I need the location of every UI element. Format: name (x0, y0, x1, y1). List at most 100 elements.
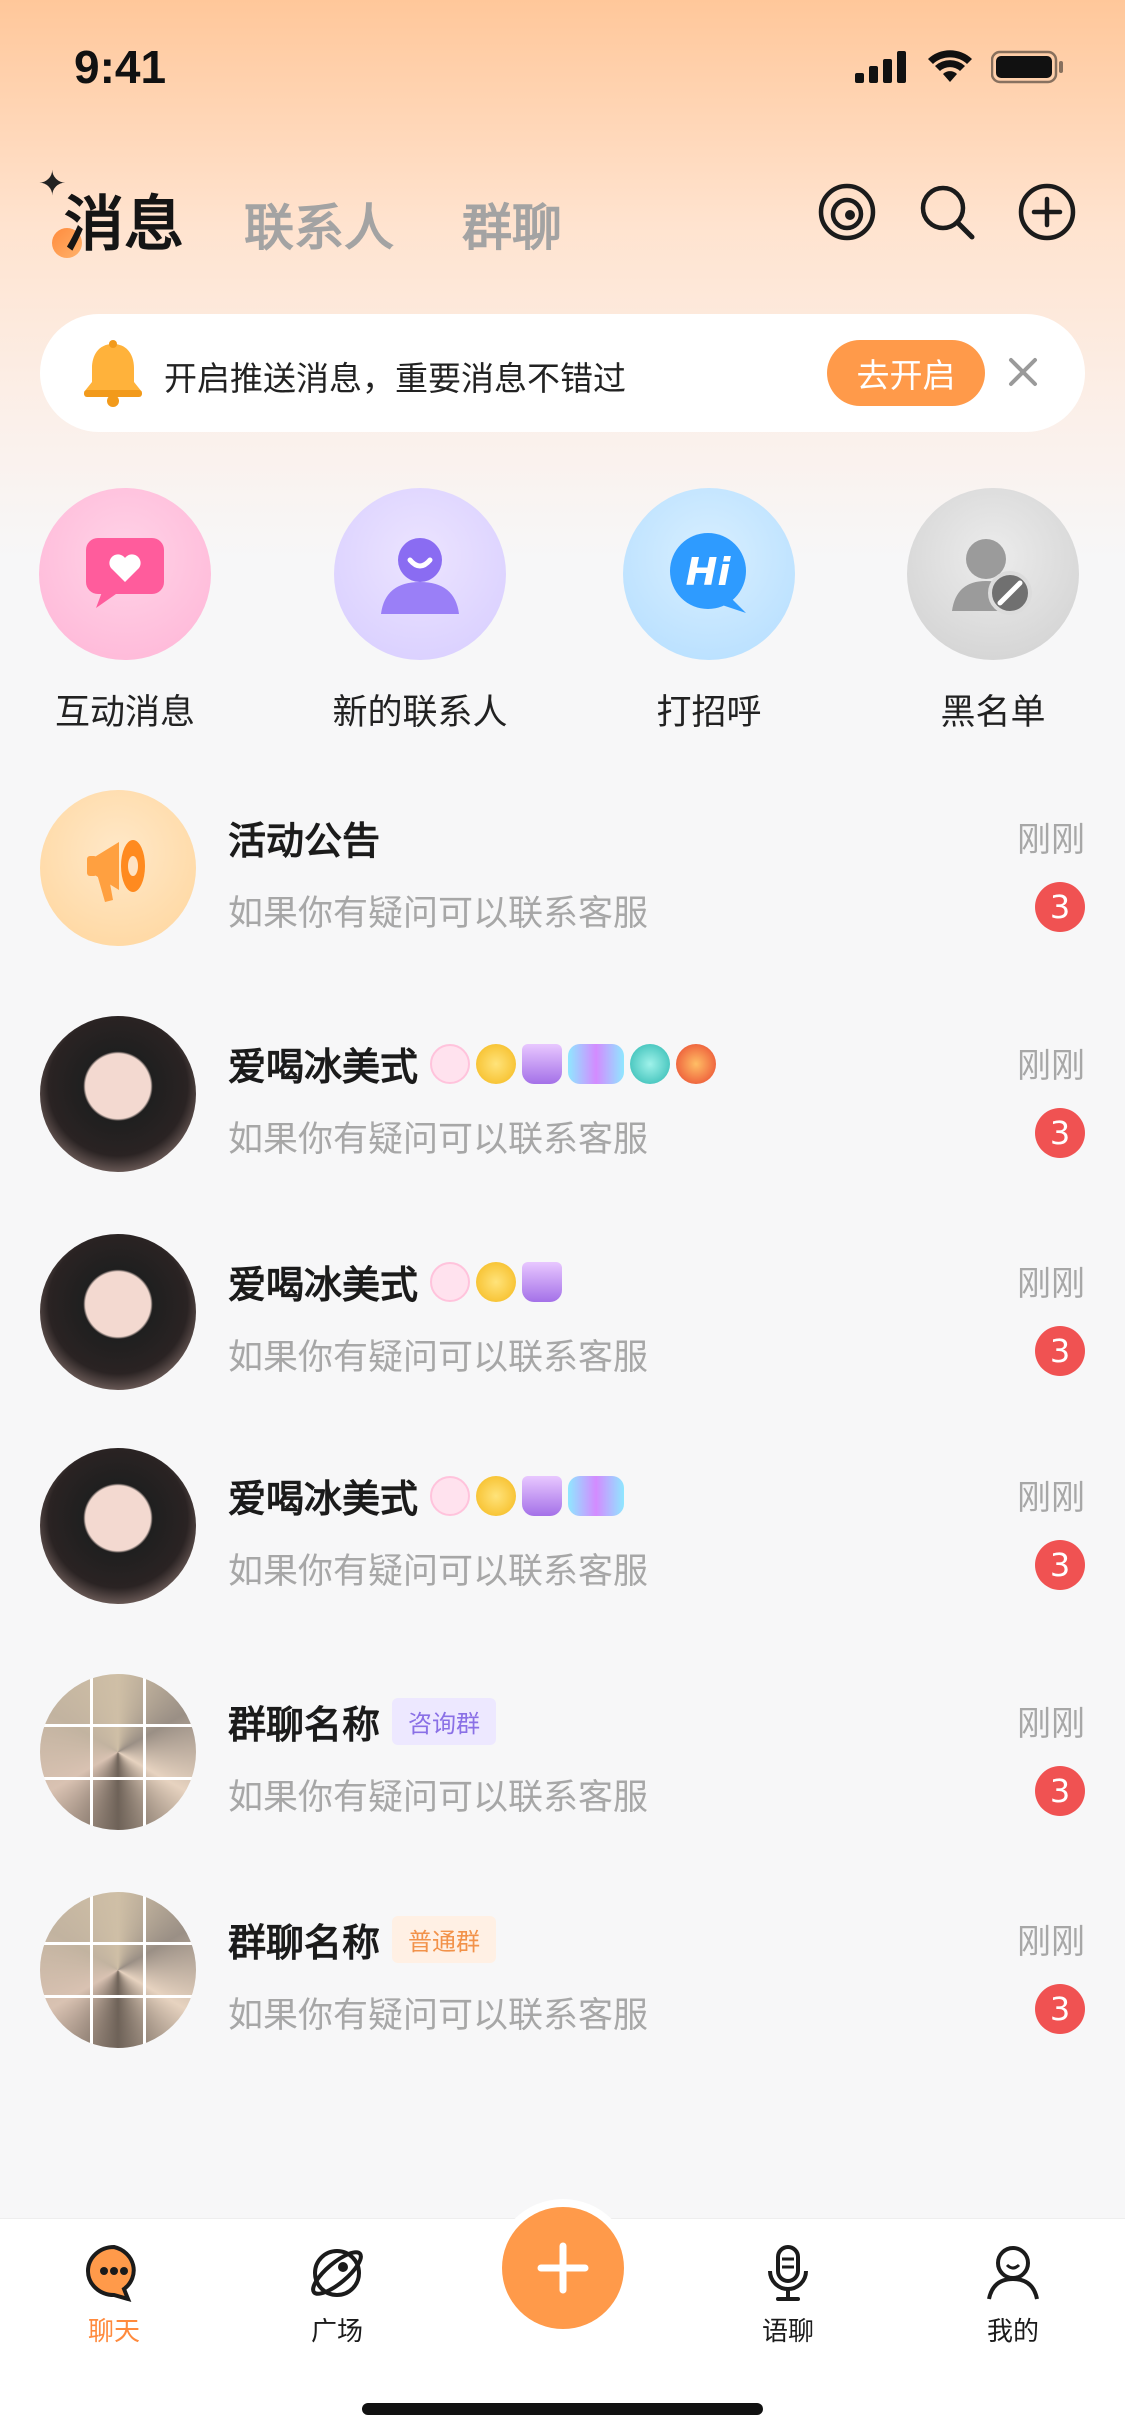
close-icon[interactable] (999, 348, 1047, 396)
tab-label: 聊天 (87, 2317, 140, 2347)
status-time: 9:41 (74, 41, 167, 93)
spiral-icon[interactable] (815, 180, 879, 244)
chat-preview: 如果你有疑问可以联系客服 (228, 1120, 649, 1160)
level-badge-icon (476, 1261, 517, 1302)
chat-time: 刚刚 (1017, 1046, 1085, 1086)
unread-badge: 3 (1035, 1766, 1085, 1816)
chat-row[interactable]: 爱喝冰美式 如果你有疑问可以联系客服 刚刚 3 (0, 1234, 1125, 1404)
chat-name-text: 爱喝冰美式 (228, 1045, 419, 1089)
new-contact-icon (334, 488, 506, 660)
chat-name-text: 群聊名称 (228, 1921, 381, 1965)
female-icon (430, 1043, 471, 1084)
blocked-user-icon (907, 488, 1079, 660)
shortcut-new-contacts[interactable]: 新的联系人 (320, 488, 520, 735)
chat-row[interactable]: 活动公告 如果你有疑问可以联系客服 刚刚 3 (0, 790, 1125, 960)
tab-label: 我的 (986, 2317, 1039, 2347)
crown-icon (522, 1475, 563, 1516)
chat-name-text: 群聊名称 (228, 1703, 381, 1747)
female-icon (430, 1261, 471, 1302)
chat-time: 刚刚 (1017, 1478, 1085, 1518)
wing-badge-icon (568, 1043, 625, 1084)
chat-name: 爱喝冰美式 (228, 1036, 717, 1091)
shortcut-interaction-messages[interactable]: 互动消息 (25, 488, 225, 735)
chat-time: 刚刚 (1017, 1264, 1085, 1304)
status-bar: 9:41 (0, 0, 1125, 135)
plus-icon (537, 2242, 589, 2294)
tab-group-chats[interactable]: 群聊 (462, 188, 562, 260)
chat-row[interactable]: 群聊名称 咨询群 如果你有疑问可以联系客服 刚刚 3 (0, 1674, 1125, 1844)
group-avatar (40, 1674, 196, 1830)
tab-chat[interactable]: 聊天 (54, 2241, 174, 2348)
chat-name-text: 活动公告 (228, 819, 381, 863)
svg-text:Hi: Hi (686, 550, 732, 594)
crown-icon (522, 1043, 563, 1084)
push-notification-banner: 开启推送消息，重要消息不错过 去开启 (40, 314, 1085, 432)
chat-row[interactable]: 群聊名称 普通群 如果你有疑问可以联系客服 刚刚 3 (0, 1892, 1125, 2062)
chat-name: 爱喝冰美式 (228, 1468, 625, 1523)
bell-icon (80, 338, 146, 412)
tab-voice-chat[interactable]: 语聊 (728, 2241, 848, 2348)
chat-time: 刚刚 (1017, 1922, 1085, 1962)
chat-preview: 如果你有疑问可以联系客服 (228, 1338, 649, 1378)
chat-preview: 如果你有疑问可以联系客服 (228, 1778, 649, 1818)
user-badges (430, 1043, 717, 1084)
shortcut-blacklist[interactable]: 黑名单 (893, 488, 1093, 735)
heart-message-icon (39, 488, 211, 660)
shortcut-label: 打招呼 (656, 693, 762, 733)
chat-name: 群聊名称 咨询群 (228, 1694, 497, 1749)
chat-preview: 如果你有疑问可以联系客服 (228, 1996, 649, 2036)
tab-label: 广场 (310, 2317, 363, 2347)
tab-contacts[interactable]: 联系人 (244, 188, 394, 260)
home-indicator (362, 2403, 763, 2415)
tab-square[interactable]: 广场 (277, 2241, 397, 2348)
tab-me[interactable]: 我的 (953, 2241, 1073, 2348)
shortcut-label: 黑名单 (940, 693, 1046, 733)
group-avatar (40, 1892, 196, 2048)
shortcut-row: 互动消息 新的联系人 Hi 打招呼 黑名单 (0, 488, 1125, 738)
header-actions (815, 180, 1079, 244)
tab-label: 语聊 (761, 2317, 814, 2347)
group-type-tag: 普通群 (392, 1916, 497, 1963)
level-badge-icon (476, 1475, 517, 1516)
wing-badge-icon (568, 1475, 625, 1516)
enable-push-button[interactable]: 去开启 (827, 340, 985, 406)
add-circle-icon[interactable] (1015, 180, 1079, 244)
shortcut-say-hi[interactable]: Hi 打招呼 (609, 488, 809, 735)
banner-text: 开启推送消息，重要消息不错过 (164, 359, 626, 398)
search-icon[interactable] (915, 180, 979, 244)
status-icons (855, 50, 1065, 84)
group-type-tag: 咨询群 (392, 1698, 497, 1745)
user-badges (430, 1261, 563, 1302)
chat-row[interactable]: 爱喝冰美式 如果你有疑问可以联系客服 刚刚 3 (0, 1448, 1125, 1618)
user-profile-icon (981, 2241, 1045, 2305)
chat-time: 刚刚 (1017, 820, 1085, 860)
avatar (40, 1448, 196, 1604)
unread-badge: 3 (1035, 1326, 1085, 1376)
top-tab-header: ✦ 消息 联系人 群聊 (0, 150, 1125, 290)
level-badge-icon (476, 1043, 517, 1084)
chat-name: 活动公告 (228, 810, 380, 865)
chat-name: 群聊名称 普通群 (228, 1912, 497, 1967)
tab-messages[interactable]: 消息 (64, 176, 184, 263)
unread-badge: 3 (1035, 882, 1085, 932)
chat-bubble-icon (82, 2241, 146, 2305)
planet-icon (305, 2241, 369, 2305)
unread-badge: 3 (1035, 1984, 1085, 2034)
chat-row[interactable]: 爱喝冰美式 如果你有疑问可以联系客服 刚刚 3 (0, 1016, 1125, 1186)
chat-name-text: 爱喝冰美式 (228, 1477, 419, 1521)
hi-bubble-icon: Hi (623, 488, 795, 660)
chat-name: 爱喝冰美式 (228, 1254, 563, 1309)
megaphone-icon (40, 790, 196, 946)
compose-plus-button[interactable] (502, 2207, 624, 2329)
unread-badge: 3 (1035, 1540, 1085, 1590)
avatar (40, 1234, 196, 1390)
chat-preview: 如果你有疑问可以联系客服 (228, 894, 649, 934)
signal-icon (855, 51, 906, 83)
chat-name-text: 爱喝冰美式 (228, 1263, 419, 1307)
wifi-icon (928, 50, 972, 82)
chat-preview: 如果你有疑问可以联系客服 (228, 1552, 649, 1592)
female-icon (430, 1475, 471, 1516)
sparkle-icon: ✦ (38, 164, 67, 204)
user-badges (430, 1475, 625, 1516)
shortcut-label: 新的联系人 (332, 693, 508, 733)
